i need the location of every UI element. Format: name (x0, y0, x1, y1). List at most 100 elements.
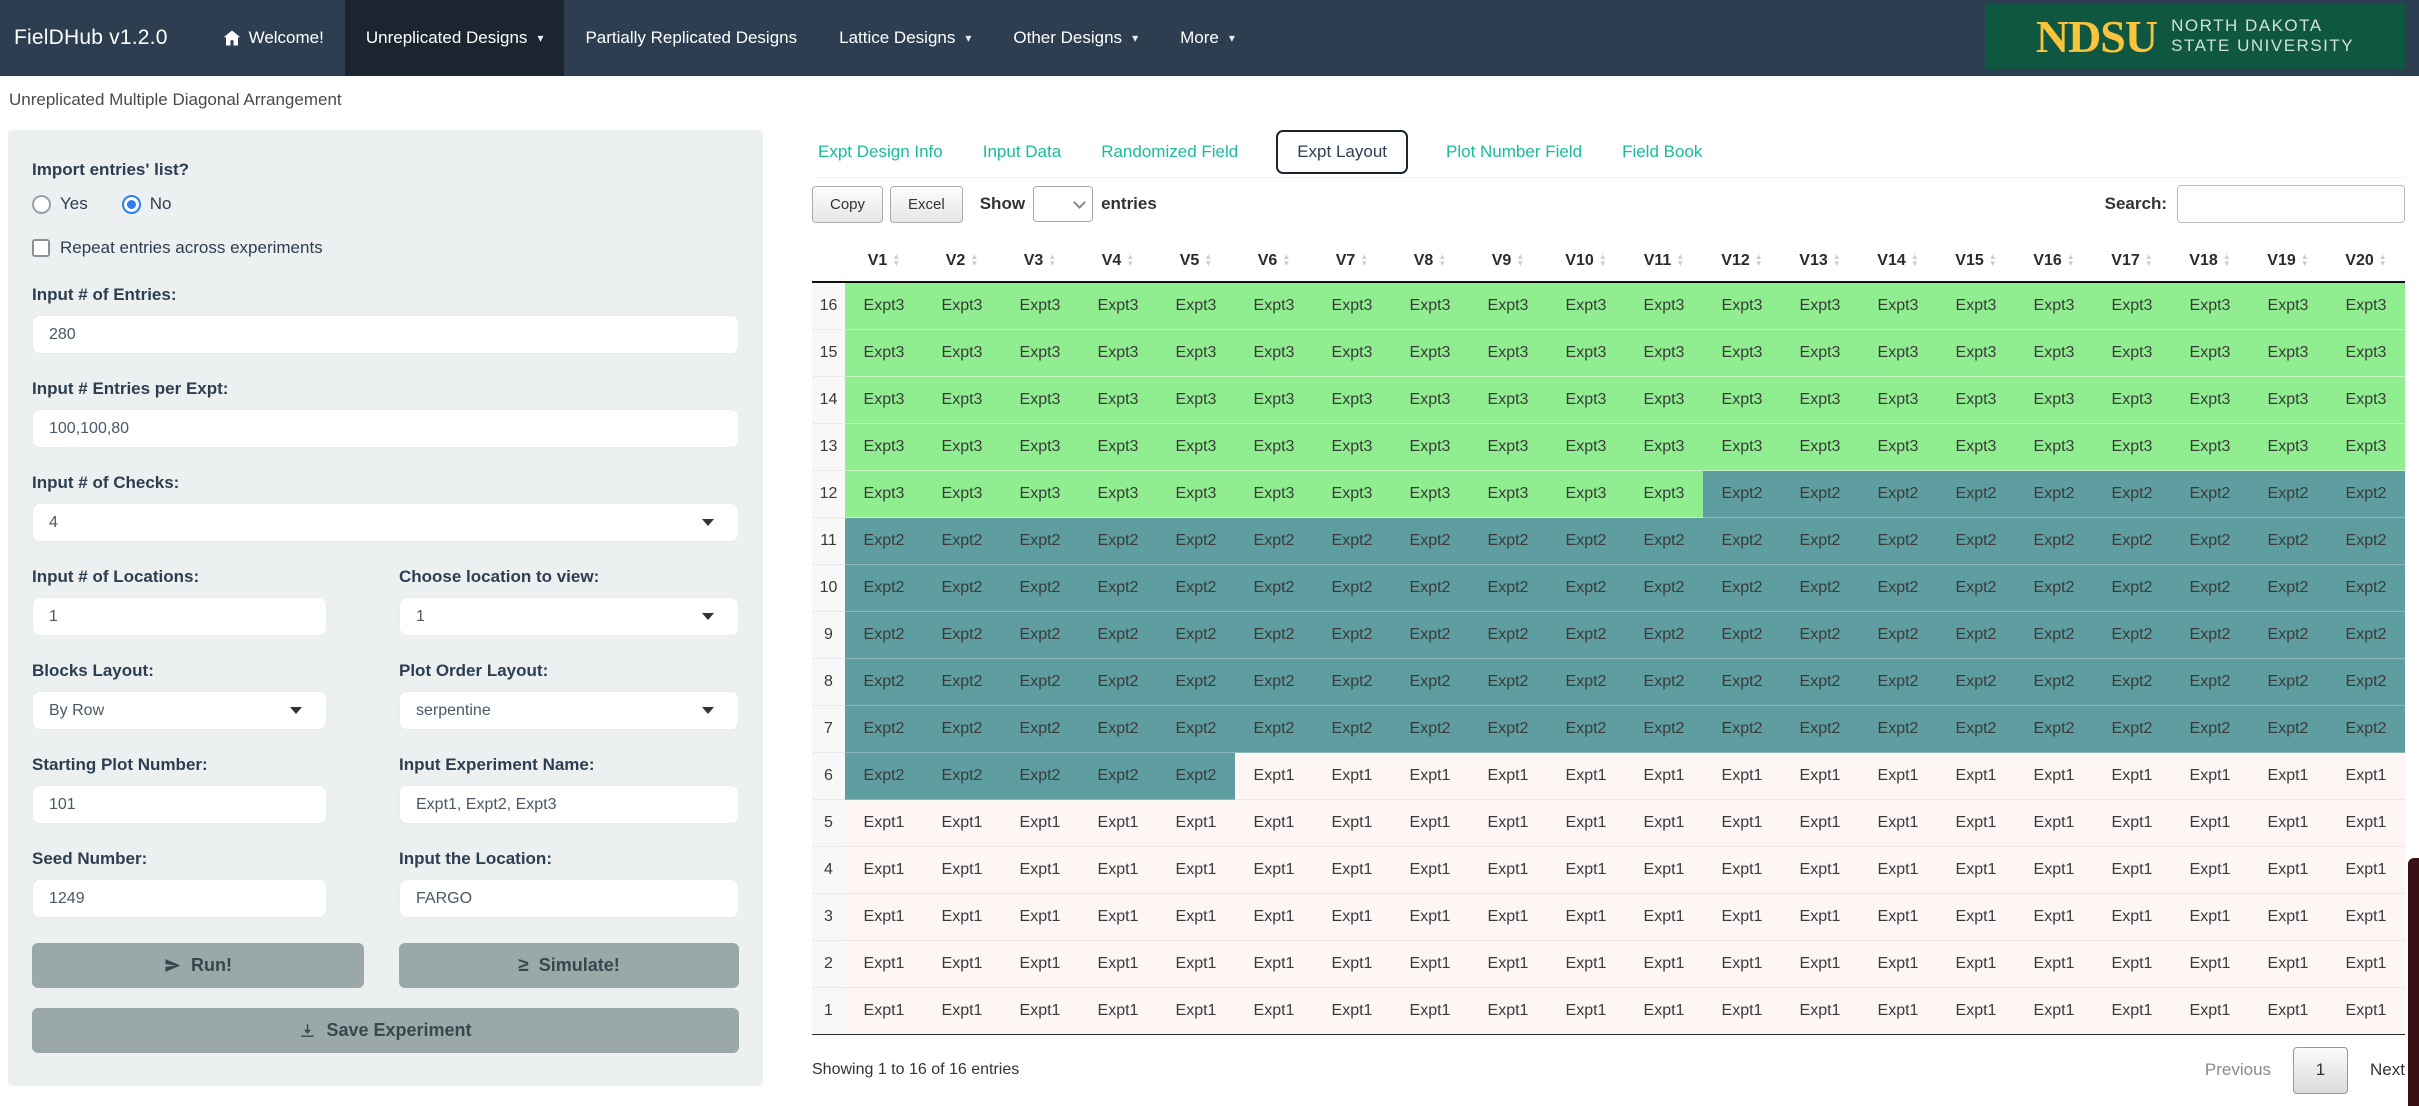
field-cell: Expt3 (1547, 329, 1625, 376)
field-cell: Expt2 (2171, 658, 2249, 705)
row-number: 1 (812, 987, 845, 1034)
field-cell: Expt1 (2093, 846, 2171, 893)
save-experiment-button[interactable]: Save Experiment (32, 1008, 739, 1053)
next-page-button[interactable]: Next (2370, 1060, 2405, 1080)
nav-item-more[interactable]: More ▾ (1159, 0, 1256, 76)
tab-plot-number-field[interactable]: Plot Number Field (1444, 132, 1584, 172)
field-cell: Expt1 (1937, 752, 2015, 799)
field-cell: Expt1 (923, 846, 1001, 893)
plot-order-select[interactable]: serpentine (399, 691, 739, 730)
tab-expt-layout[interactable]: Expt Layout (1276, 130, 1408, 174)
excel-button[interactable]: Excel (890, 186, 963, 223)
column-header-V7[interactable]: V7▲▼ (1313, 240, 1391, 282)
page-number-button[interactable]: 1 (2293, 1047, 2348, 1094)
nav-item-welcome[interactable]: Welcome! (202, 0, 345, 76)
field-cell: Expt2 (2015, 564, 2093, 611)
field-cell: Expt3 (1391, 376, 1469, 423)
column-header-V5[interactable]: V5▲▼ (1157, 240, 1235, 282)
field-cell: Expt2 (2093, 705, 2171, 752)
sidebar-panel: Import entries' list? Yes No Repeat entr… (8, 130, 763, 1086)
field-cell: Expt3 (923, 423, 1001, 470)
column-header-V1[interactable]: V1▲▼ (845, 240, 923, 282)
column-header-V19[interactable]: V19▲▼ (2249, 240, 2327, 282)
previous-page-button[interactable]: Previous (2205, 1060, 2271, 1080)
field-cell: Expt1 (1937, 987, 2015, 1034)
column-header-V20[interactable]: V20▲▼ (2327, 240, 2405, 282)
tab-field-book[interactable]: Field Book (1620, 132, 1704, 172)
field-cell: Expt3 (1079, 376, 1157, 423)
run-button[interactable]: Run! (32, 943, 364, 988)
column-header-V13[interactable]: V13▲▼ (1781, 240, 1859, 282)
field-cell: Expt3 (1625, 470, 1703, 517)
column-header-V2[interactable]: V2▲▼ (923, 240, 1001, 282)
tab-randomized-field[interactable]: Randomized Field (1099, 132, 1240, 172)
field-cell: Expt2 (1937, 658, 2015, 705)
field-cell: Expt1 (1625, 846, 1703, 893)
tab-expt-design-info[interactable]: Expt Design Info (816, 132, 945, 172)
field-cell: Expt1 (923, 987, 1001, 1034)
field-cell: Expt2 (1937, 705, 2015, 752)
import-entries-label: Import entries' list? (32, 160, 739, 180)
column-header-V15[interactable]: V15▲▼ (1937, 240, 2015, 282)
repeat-entries-checkbox[interactable]: Repeat entries across experiments (32, 238, 739, 258)
column-header-V12[interactable]: V12▲▼ (1703, 240, 1781, 282)
field-cell: Expt2 (1547, 658, 1625, 705)
blocks-layout-select[interactable]: By Row (32, 691, 327, 730)
field-cell: Expt1 (1235, 940, 1313, 987)
simulate-button[interactable]: ≥ Simulate! (399, 943, 739, 988)
location-view-select[interactable]: 1 (399, 597, 739, 636)
column-header-V11[interactable]: V11▲▼ (1625, 240, 1703, 282)
field-cell: Expt3 (1859, 329, 1937, 376)
field-cell: Expt2 (1313, 658, 1391, 705)
column-header-V16[interactable]: V16▲▼ (2015, 240, 2093, 282)
entries-length-select[interactable] (1033, 186, 1093, 222)
column-header-V6[interactable]: V6▲▼ (1235, 240, 1313, 282)
column-header-V17[interactable]: V17▲▼ (2093, 240, 2171, 282)
column-header-V4[interactable]: V4▲▼ (1079, 240, 1157, 282)
nav-item-other-designs[interactable]: Other Designs ▾ (992, 0, 1159, 76)
row-number: 15 (812, 329, 845, 376)
search-input[interactable] (2177, 185, 2405, 223)
tab-input-data[interactable]: Input Data (981, 132, 1063, 172)
column-header-V9[interactable]: V9▲▼ (1469, 240, 1547, 282)
field-cell: Expt2 (923, 705, 1001, 752)
field-cell: Expt3 (1235, 423, 1313, 470)
field-cell: Expt2 (1781, 611, 1859, 658)
radio-no[interactable]: No (122, 194, 172, 214)
field-cell: Expt3 (1157, 329, 1235, 376)
field-cell: Expt1 (1391, 846, 1469, 893)
field-cell: Expt2 (1313, 705, 1391, 752)
column-header-V10[interactable]: V10▲▼ (1547, 240, 1625, 282)
entries-per-expt-input[interactable] (32, 409, 739, 448)
seed-input[interactable] (32, 879, 327, 918)
location-input[interactable] (399, 879, 739, 918)
field-cell: Expt1 (1547, 893, 1625, 940)
pagination: Previous 1 Next (2205, 1047, 2405, 1094)
copy-button[interactable]: Copy (812, 186, 883, 223)
column-header-V3[interactable]: V3▲▼ (1001, 240, 1079, 282)
field-cell: Expt3 (1469, 470, 1547, 517)
field-cell: Expt2 (2327, 611, 2405, 658)
experiment-name-input[interactable] (399, 785, 739, 824)
field-cell: Expt3 (2093, 282, 2171, 329)
field-cell: Expt2 (1001, 517, 1079, 564)
field-cell: Expt1 (1859, 940, 1937, 987)
nav-item-unreplicated-designs[interactable]: Unreplicated Designs ▾ (345, 0, 565, 76)
column-header-V14[interactable]: V14▲▼ (1859, 240, 1937, 282)
starting-plot-input[interactable] (32, 785, 327, 824)
nav-item-lattice-designs[interactable]: Lattice Designs ▾ (818, 0, 992, 76)
field-cell: Expt2 (1235, 611, 1313, 658)
field-cell: Expt1 (1235, 846, 1313, 893)
column-header-V8[interactable]: V8▲▼ (1391, 240, 1469, 282)
entries-input[interactable] (32, 315, 739, 354)
radio-yes[interactable]: Yes (32, 194, 88, 214)
column-header-V18[interactable]: V18▲▼ (2171, 240, 2249, 282)
sort-icon: ▲▼ (1204, 253, 1212, 267)
nav-item-partially-replicated-designs[interactable]: Partially Replicated Designs (564, 0, 818, 76)
field-cell: Expt1 (1157, 893, 1235, 940)
locations-input[interactable] (32, 597, 327, 636)
sort-icon: ▲▼ (2223, 253, 2231, 267)
field-cell: Expt1 (2327, 893, 2405, 940)
field-cell: Expt3 (1937, 329, 2015, 376)
checks-select[interactable]: 4 (32, 503, 739, 542)
